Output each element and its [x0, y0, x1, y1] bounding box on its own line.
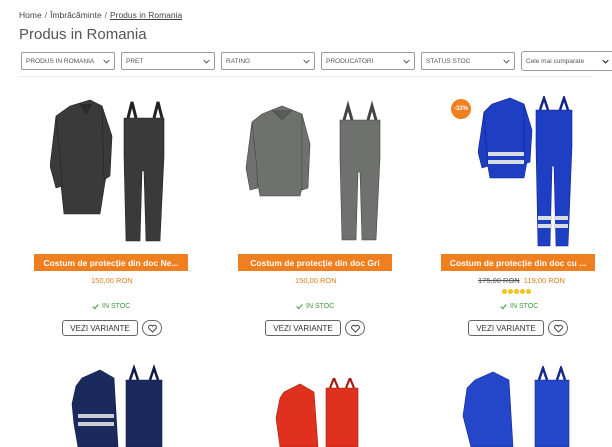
star-icon — [520, 289, 525, 294]
chevron-down-icon — [503, 59, 510, 64]
view-variants-button[interactable]: VEZI VARIANTE — [62, 320, 138, 336]
check-icon — [500, 304, 507, 310]
filter-bar: PRODUS IN ROMANIA PRET RATING PRODUCATOR… — [21, 51, 612, 71]
breadcrumb-home-link[interactable]: Home — [19, 10, 42, 20]
product-old-price: 175,00 RON — [478, 276, 520, 285]
star-icon — [502, 289, 507, 294]
rating-stars — [502, 289, 531, 294]
product-name-link[interactable]: Costum de protecție din doc cu ... — [441, 254, 595, 271]
stock-status: IN STOC — [92, 303, 130, 310]
chevron-down-icon — [403, 59, 410, 64]
star-icon — [508, 289, 513, 294]
heart-icon — [350, 324, 360, 333]
breadcrumb-current[interactable]: Produs in Romania — [110, 10, 182, 20]
filter-status-stoc[interactable]: STATUS STOC — [421, 52, 515, 70]
stock-status: IN STOC — [500, 303, 538, 310]
star-icon — [514, 289, 519, 294]
product-price: 150,00 RON — [295, 276, 337, 285]
product-image[interactable] — [244, 100, 384, 245]
product-image[interactable] — [50, 96, 170, 246]
divider — [19, 76, 593, 77]
stock-status: IN STOC — [296, 303, 334, 310]
product-image[interactable] — [274, 378, 364, 447]
breadcrumb: Home / Îmbrăcăminte / Produs in Romania — [19, 10, 182, 20]
heart-icon — [147, 324, 157, 333]
filter-label: PRODUCATORI — [326, 57, 374, 65]
product-name-link[interactable]: Costum de protecție din doc Ne... — [34, 254, 188, 271]
wishlist-button[interactable] — [548, 320, 568, 336]
filter-label: STATUS STOC — [426, 57, 471, 65]
wishlist-button[interactable] — [345, 320, 365, 336]
product-current-price: 150,00 RON — [91, 276, 133, 285]
product-current-price: 150,00 RON — [295, 276, 337, 285]
check-icon — [92, 304, 99, 310]
discount-badge: -32% — [451, 99, 471, 119]
filter-pret[interactable]: PRET — [121, 52, 215, 70]
chevron-down-icon — [303, 59, 310, 64]
breadcrumb-separator: / — [44, 10, 48, 20]
product-image[interactable] — [478, 96, 574, 250]
heart-icon — [553, 324, 563, 333]
filter-label: RATING — [226, 57, 251, 65]
chevron-down-icon — [103, 59, 110, 64]
product-image[interactable] — [70, 364, 170, 447]
stock-label: IN STOC — [306, 303, 335, 310]
breadcrumb-separator: / — [104, 10, 107, 20]
stock-label: IN STOC — [102, 303, 131, 310]
breadcrumb-category-link[interactable]: Îmbrăcăminte — [50, 10, 102, 20]
sort-label: Cele mai cumparate — [526, 57, 585, 65]
wishlist-button[interactable] — [142, 320, 162, 336]
sort-select[interactable]: Cele mai cumparate — [521, 51, 612, 71]
product-name-link[interactable]: Costum de protecție din doc Gri — [238, 254, 392, 271]
product-price: 150,00 RON — [91, 276, 133, 285]
view-variants-button[interactable]: VEZI VARIANTE — [265, 320, 341, 336]
page-title: Produs in Romania — [19, 26, 147, 43]
chevron-down-icon — [203, 59, 210, 64]
filter-label: PRET — [126, 57, 144, 65]
filter-rating[interactable]: RATING — [221, 52, 315, 70]
product-image[interactable] — [461, 366, 571, 447]
filter-label: PRODUS IN ROMANIA — [26, 57, 95, 65]
product-price: 175,00 RON 119,00 RON — [478, 276, 565, 285]
product-current-price: 119,00 RON — [523, 276, 565, 285]
filter-producatori[interactable]: PRODUCATORI — [321, 52, 415, 70]
check-icon — [296, 304, 303, 310]
chevron-down-icon — [602, 59, 609, 64]
view-variants-button[interactable]: VEZI VARIANTE — [468, 320, 544, 336]
filter-produs-in-romania[interactable]: PRODUS IN ROMANIA — [21, 52, 115, 70]
stock-label: IN STOC — [510, 303, 539, 310]
star-icon — [526, 289, 531, 294]
